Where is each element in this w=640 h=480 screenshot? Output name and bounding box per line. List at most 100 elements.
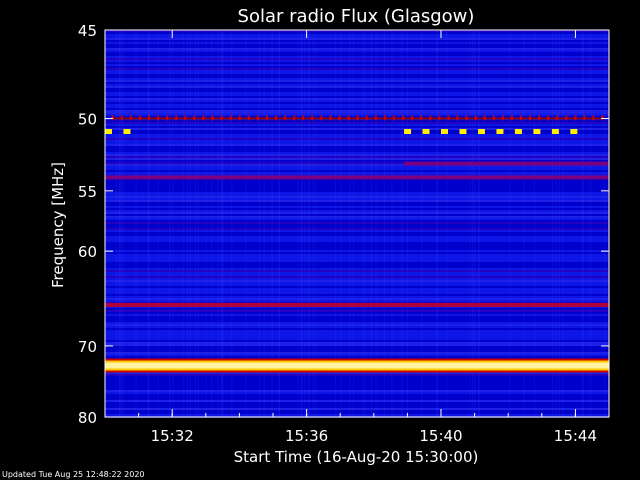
emission-dot [202, 115, 205, 121]
y-tick-label: 70 [78, 338, 97, 356]
emission-line [404, 161, 609, 166]
emission-dot [184, 115, 187, 121]
burst-mark [514, 128, 522, 134]
noise-row [105, 134, 609, 136]
emission-dot [438, 115, 441, 121]
plot-area [104, 29, 610, 418]
noise-row [105, 342, 609, 344]
noise-row [105, 200, 609, 202]
emission-dot [565, 115, 568, 121]
burst-mark [533, 128, 541, 134]
emission-dot [265, 115, 268, 121]
emission-dot [556, 115, 559, 121]
emission-dot [256, 115, 259, 121]
emission-dot [420, 115, 423, 121]
noise-row [105, 298, 609, 300]
noise-row [105, 154, 609, 156]
noise-row [105, 218, 609, 220]
burst-mark [551, 128, 559, 134]
noise-row [105, 60, 609, 62]
burst-mark [123, 128, 131, 134]
noise-row [105, 104, 609, 106]
noise-row [105, 334, 609, 336]
noise-row [105, 240, 609, 242]
emission-dot [583, 115, 586, 121]
noise-row [105, 172, 609, 174]
noise-row [105, 34, 609, 36]
noise-row [105, 78, 609, 80]
noise-row [105, 80, 609, 82]
x-tick-label: 15:36 [285, 427, 328, 445]
noise-row [105, 332, 609, 334]
noise-row [105, 152, 609, 154]
noise-row [105, 142, 609, 144]
noise-row [105, 374, 609, 376]
noise-row [105, 296, 609, 298]
noise-row [105, 250, 609, 252]
noise-row [105, 86, 609, 88]
noise-row [105, 230, 609, 232]
noise-row [105, 210, 609, 212]
noise-row [105, 352, 609, 354]
emission-dot [447, 115, 450, 121]
emission-dot [129, 115, 132, 121]
noise-row [105, 42, 609, 44]
emission-dot [456, 115, 459, 121]
emission-dot [374, 115, 377, 121]
noise-row [105, 196, 609, 198]
noise-row [105, 222, 609, 224]
emission-dot [411, 115, 414, 121]
emission-dot [275, 115, 278, 121]
y-tick-label: 50 [78, 110, 97, 128]
emission-dot [138, 115, 141, 121]
noise-row [105, 194, 609, 196]
noise-row [105, 58, 609, 60]
y-axis-label: Frequency [MHz] [49, 162, 67, 288]
emission-dot [293, 115, 296, 121]
emission-dot [465, 115, 468, 121]
noise-row [105, 392, 609, 394]
emission-dot [211, 115, 214, 121]
noise-row [105, 256, 609, 258]
noise-row [105, 344, 609, 346]
chart-title: Solar radio Flux (Glasgow) [238, 6, 475, 27]
noise-row [105, 212, 609, 214]
noise-row [105, 72, 609, 74]
noise-row [105, 216, 609, 218]
burst-mark [422, 128, 430, 134]
updated-timestamp: Updated Tue Aug 25 12:48:22 2020 [2, 470, 145, 479]
noise-row [105, 408, 609, 410]
noise-row [105, 276, 609, 278]
emission-dot [329, 115, 332, 121]
emission-dot [229, 115, 232, 121]
noise-row [105, 168, 609, 170]
emission-dot [402, 115, 405, 121]
noise-row [105, 144, 609, 146]
noise-row [105, 258, 609, 260]
noise-row [105, 94, 609, 96]
noise-row [105, 390, 609, 392]
noise-row [105, 64, 609, 66]
noise-row [105, 254, 609, 256]
noise-row [105, 278, 609, 280]
noise-row [105, 198, 609, 200]
noise-row [105, 280, 609, 282]
noise-row [105, 260, 609, 262]
y-tick-label: 55 [78, 183, 97, 201]
emission-dot [547, 115, 550, 121]
emission-line [105, 302, 609, 307]
emission-dot [175, 115, 178, 121]
y-tick-label: 80 [78, 409, 97, 427]
noise-row [105, 158, 609, 160]
emission-dot [392, 115, 395, 121]
noise-row [105, 284, 609, 286]
emission-dot [501, 115, 504, 121]
emission-dot [157, 115, 160, 121]
noise-row [105, 56, 609, 58]
noise-row [105, 136, 609, 138]
emission-dot [483, 115, 486, 121]
emission-dot [238, 115, 241, 121]
noise-row [105, 166, 609, 168]
emission-dot [220, 115, 223, 121]
noise-row [105, 238, 609, 240]
